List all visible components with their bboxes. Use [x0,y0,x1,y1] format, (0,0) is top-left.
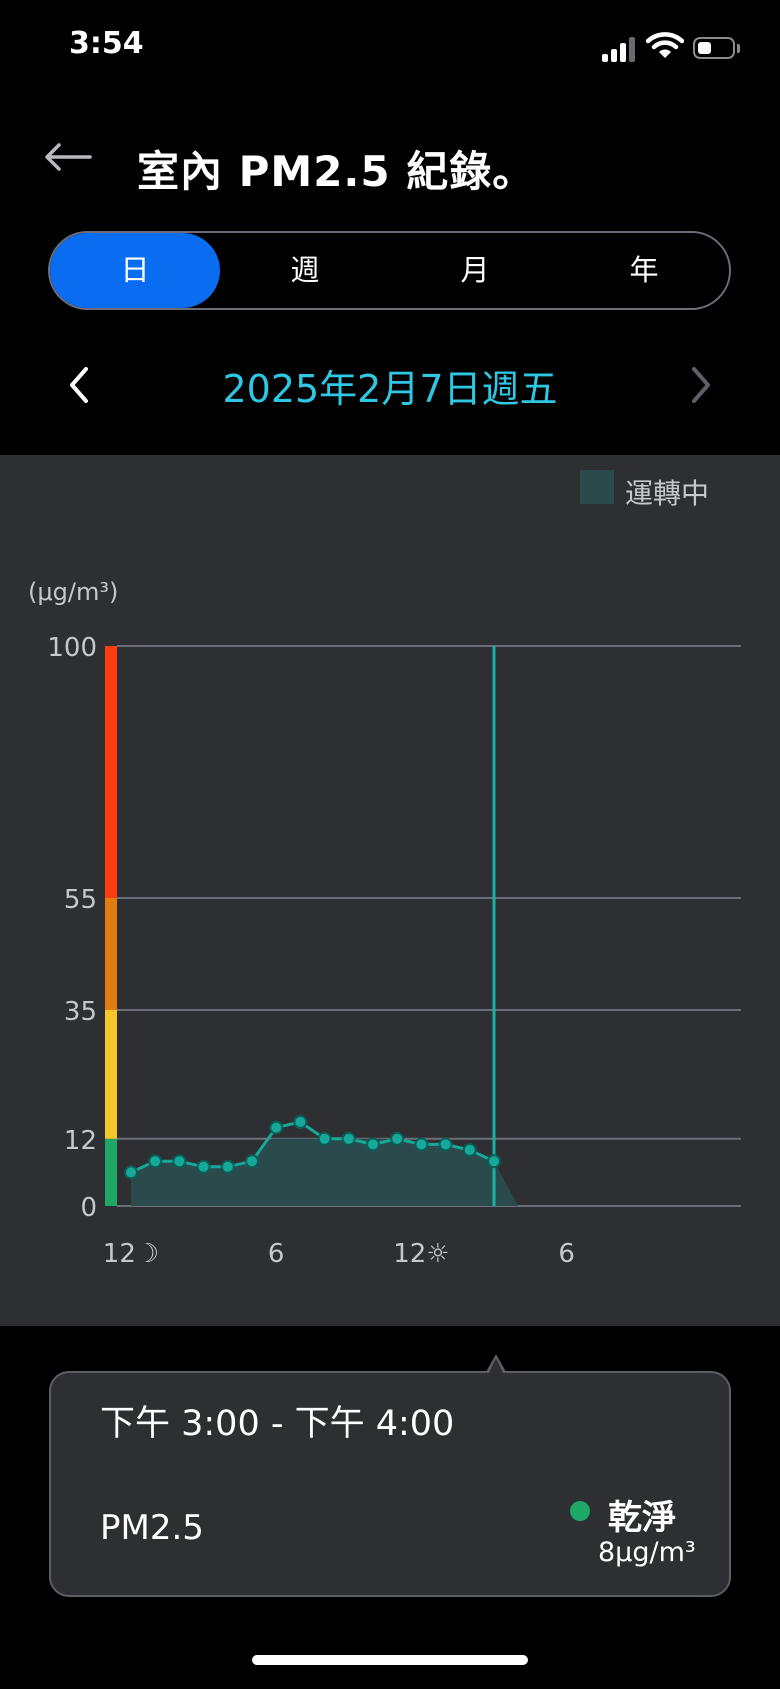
tab-day[interactable]: 日 [50,233,220,308]
x-tick-label: 12☼ [393,1239,449,1269]
data-point [269,1120,284,1135]
data-point [317,1131,332,1146]
chevron-left-icon[interactable] [66,365,92,405]
data-point [245,1154,259,1169]
aqi-band [105,646,117,898]
tab-week[interactable]: 週 [220,233,390,308]
data-point [148,1154,163,1169]
data-point [438,1137,453,1152]
y-tick-label: 0 [80,1193,97,1223]
data-point [390,1131,405,1146]
cellular-signal-icon [602,36,638,62]
data-point [366,1137,380,1152]
data-point [124,1165,138,1180]
tooltip-metric: PM2.5 [100,1508,204,1548]
aqi-band [105,1138,117,1206]
x-tick-label: 12☽ [103,1239,159,1269]
tooltip-value: 8μg/m³ [598,1537,696,1568]
data-point [414,1137,429,1152]
tooltip-status: 乾淨 [608,1498,676,1538]
chevron-right-icon[interactable] [688,365,714,405]
status-dot-icon [570,1501,590,1521]
period-segmented-control: 日 週 月 年 [48,231,731,310]
page-title: 室內 PM2.5 紀錄。 [137,147,536,196]
wifi-icon [646,32,684,58]
tooltip-time-range: 下午 3:00 - 下午 4:00 [100,1404,455,1444]
aqi-band [105,1010,117,1139]
y-tick-label: 55 [64,885,97,915]
data-point [196,1159,211,1174]
pm25-chart[interactable]: 0 12 35 55 100 12☽ 6 12☼ 6 [0,455,780,1326]
data-point [220,1159,235,1174]
x-tick-label: 6 [268,1239,285,1269]
tooltip-pointer-fill [489,1358,503,1373]
date-label: 2025年2月7日週五 [222,367,558,411]
home-indicator [252,1655,528,1665]
status-time: 3:54 [69,26,144,61]
back-arrow-icon[interactable] [44,142,92,172]
x-tick-label: 6 [558,1239,575,1269]
data-point [487,1154,501,1169]
y-tick-label: 100 [47,633,97,663]
data-point [462,1143,477,1157]
tab-year[interactable]: 年 [559,233,729,308]
y-tick-label: 12 [64,1126,97,1156]
data-point [341,1131,356,1146]
battery-icon [693,37,735,59]
aqi-band [105,898,117,1010]
data-point [293,1115,308,1129]
data-point [172,1154,187,1169]
y-tick-label: 35 [64,997,97,1027]
battery-nub [737,44,740,53]
tab-month[interactable]: 月 [390,233,560,308]
